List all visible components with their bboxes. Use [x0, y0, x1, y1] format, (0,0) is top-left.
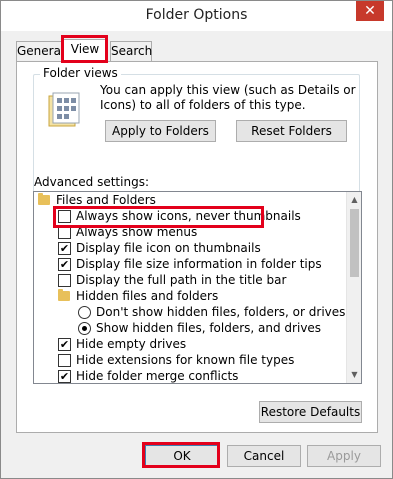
- folder-views-description: You can apply this view (such as Details…: [100, 83, 356, 112]
- option-label: Display file size information in folder …: [76, 257, 322, 271]
- option-label: Hide empty drives: [76, 337, 187, 351]
- option-label: Show hidden files, folders, and drives: [96, 321, 322, 335]
- option-label: Display the full path in the title bar: [76, 273, 287, 287]
- cancel-button[interactable]: Cancel: [227, 445, 301, 467]
- reset-folders-button[interactable]: Reset Folders: [236, 120, 347, 142]
- radio-unselected[interactable]: [78, 306, 91, 319]
- advanced-settings-tree: Files and Folders Always show icons, neve…: [33, 191, 362, 384]
- option-label: Always show icons, never thumbnails: [76, 209, 301, 223]
- checkbox-unchecked[interactable]: [58, 354, 71, 367]
- option-label: Hide extensions for known file types: [76, 353, 295, 367]
- checkbox-unchecked[interactable]: [58, 226, 71, 239]
- checkbox-checked[interactable]: ✔: [58, 338, 71, 351]
- folder-icon: [58, 289, 70, 301]
- checkbox-unchecked[interactable]: [58, 210, 71, 223]
- scrollbar-thumb[interactable]: [350, 209, 359, 277]
- close-button[interactable]: ✕: [356, 1, 384, 21]
- close-icon: ✕: [364, 3, 376, 19]
- option-label: Always show menus: [76, 225, 198, 239]
- vertical-scrollbar[interactable]: ▲ ▼: [346, 192, 361, 383]
- tab-search[interactable]: Search: [110, 41, 152, 61]
- ok-button[interactable]: OK: [145, 445, 219, 467]
- folder-views-label: Folder views: [40, 66, 121, 80]
- scroll-down-icon[interactable]: ▼: [347, 367, 361, 383]
- tab-general[interactable]: General: [16, 41, 64, 61]
- radio-selected[interactable]: [78, 322, 91, 335]
- view-tab-panel: Folder views You can apply this view (su…: [16, 61, 378, 433]
- option-label: Hide folder merge conflicts: [76, 369, 239, 383]
- scroll-up-icon[interactable]: ▲: [347, 192, 361, 208]
- option-label: Display file icon on thumbnails: [76, 241, 261, 255]
- restore-defaults-button[interactable]: Restore Defaults: [259, 401, 362, 423]
- checkbox-checked[interactable]: ✔: [58, 258, 71, 271]
- apply-button[interactable]: Apply: [307, 445, 381, 467]
- option-label: Hidden files and folders: [76, 289, 219, 303]
- folder-view-icon: [48, 92, 80, 127]
- checkbox-checked[interactable]: ✔: [58, 242, 71, 255]
- title-bar[interactable]: Folder Options ✕: [1, 1, 392, 31]
- folder-options-window: Folder Options ✕ General View Search Fol…: [0, 0, 393, 479]
- option-label: Files and Folders: [56, 193, 156, 207]
- folder-icon: [38, 193, 50, 205]
- checkbox-unchecked[interactable]: [58, 274, 71, 287]
- checkbox-checked[interactable]: ✔: [58, 370, 71, 383]
- window-title: Folder Options: [145, 7, 248, 23]
- apply-to-folders-button[interactable]: Apply to Folders: [105, 120, 216, 142]
- option-label: Don't show hidden files, folders, or dri…: [96, 305, 346, 319]
- advanced-settings-label: Advanced settings:: [34, 175, 149, 189]
- tab-view[interactable]: View: [63, 39, 107, 62]
